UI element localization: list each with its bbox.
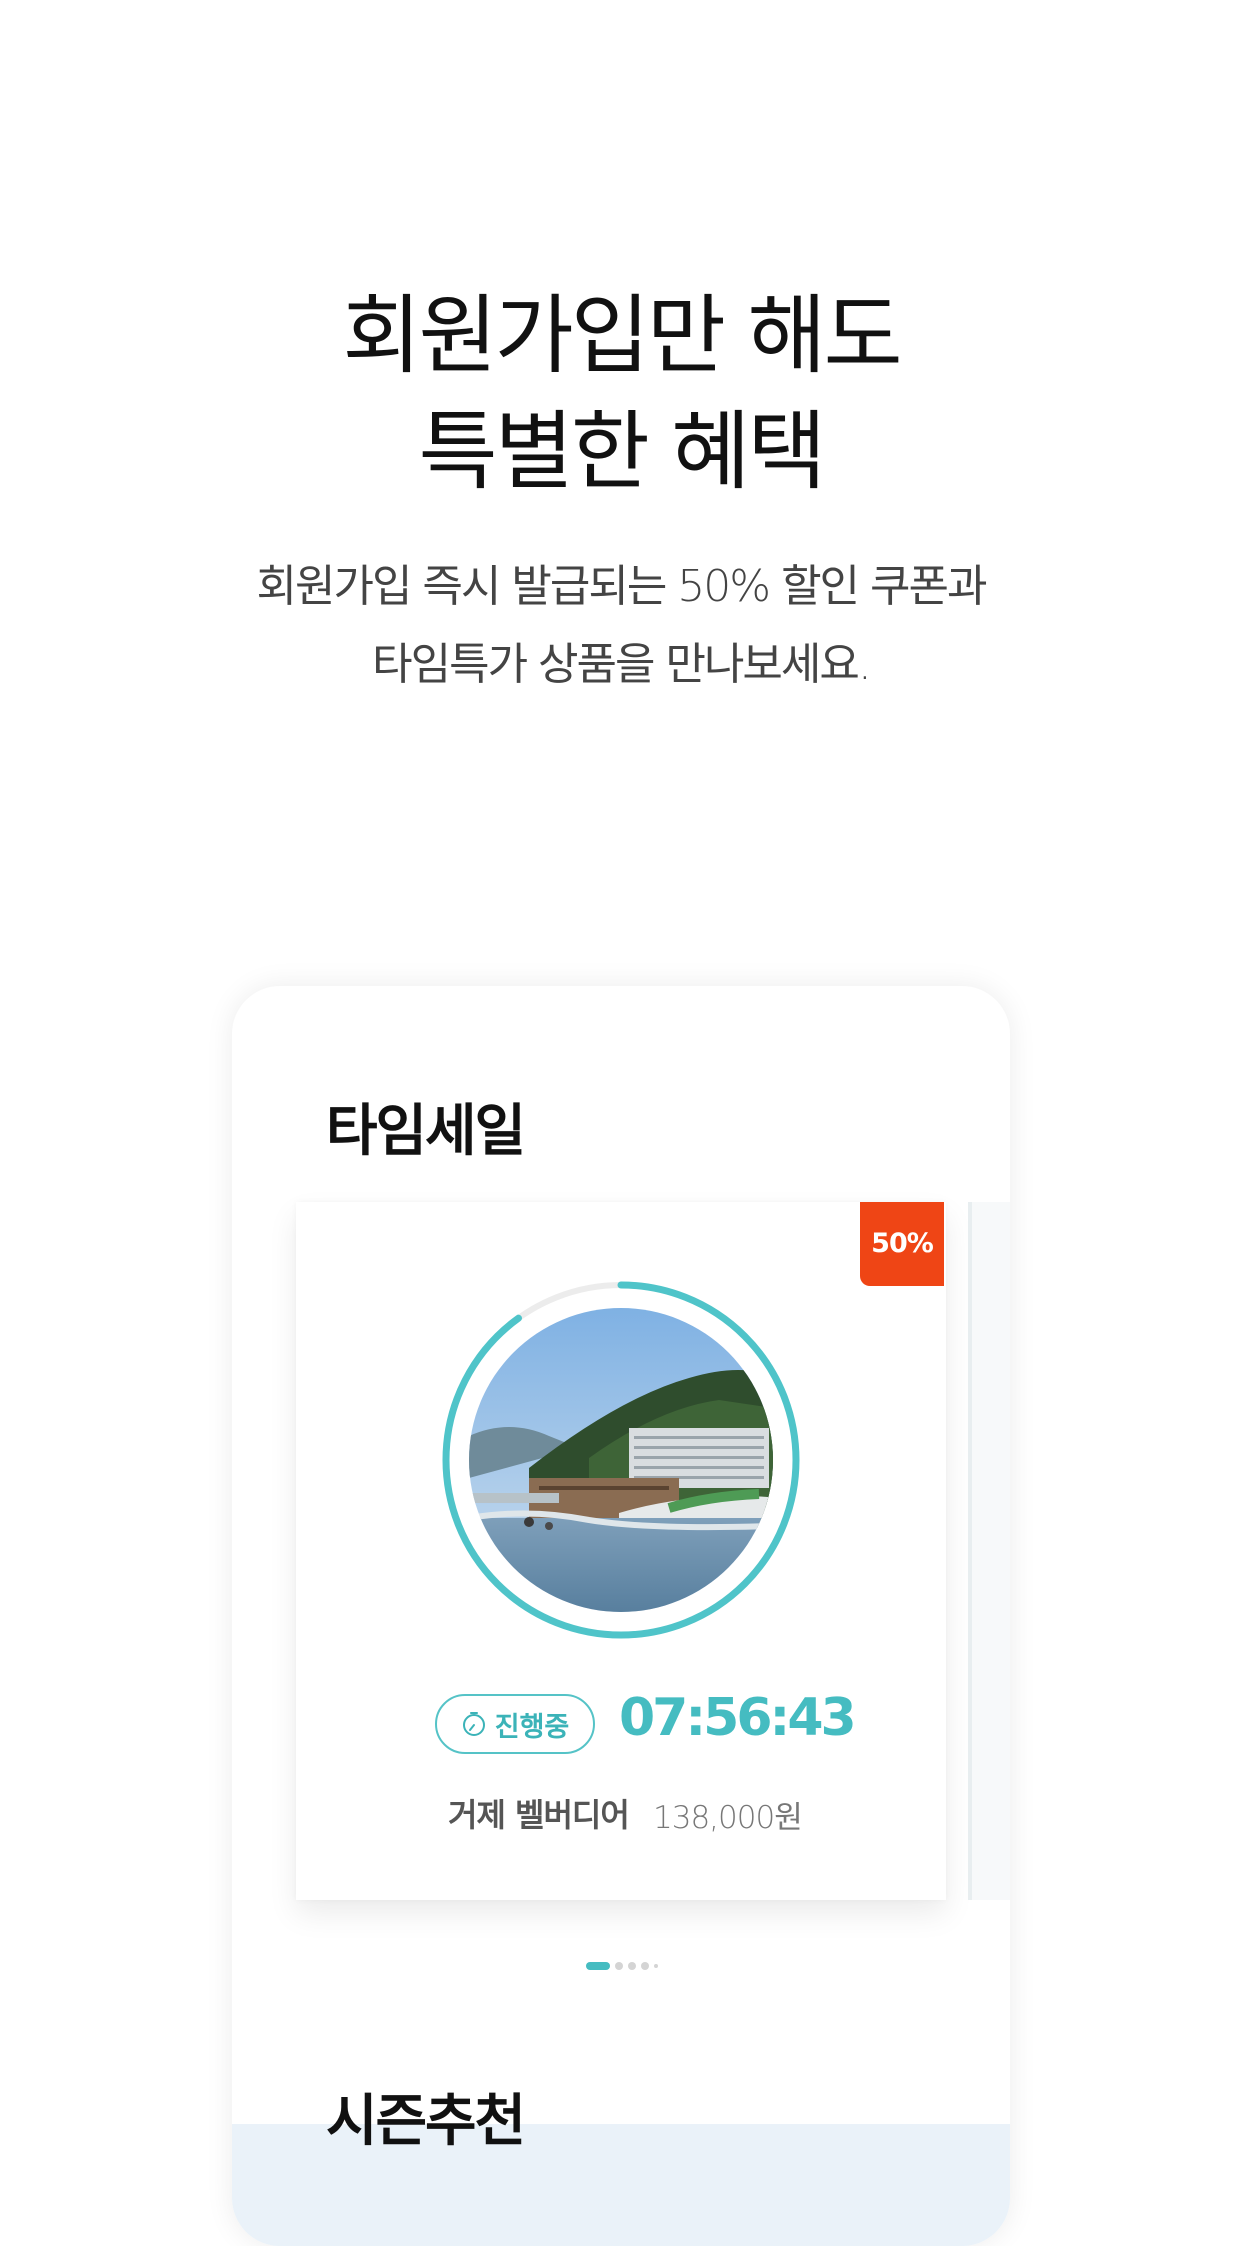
season-section-title: 시즌추천 <box>326 2089 526 2154</box>
carousel-pager <box>586 1962 658 1970</box>
hero-title: 회원가입만 해도 특별한 혜택 <box>0 278 1242 510</box>
status-pill: 진행중 <box>435 1694 595 1754</box>
hero-title-line-2: 특별한 혜택 <box>418 402 827 502</box>
next-product-card-peek[interactable] <box>968 1202 1010 1900</box>
hero-title-line-1: 회원가입만 해도 <box>342 286 902 386</box>
pager-dot[interactable] <box>628 1962 636 1970</box>
app-preview-card: 타임세일 50% 진행중 07:56:43 거제 벨버디어 138,000원 시… <box>232 986 1010 2246</box>
hero-subtitle-line-2: 타임특가 상품을 만나보세요. <box>372 639 872 690</box>
timesale-product-card[interactable]: 50% 진행중 07:56:43 거제 벨버디어 138,000원 <box>296 1202 946 1900</box>
stopwatch-icon <box>462 1712 485 1736</box>
pager-dot[interactable] <box>641 1962 649 1970</box>
countdown-timer: 07:56:43 <box>619 1688 857 1748</box>
discount-badge: 50% <box>860 1202 944 1286</box>
status-label: 진행중 <box>494 1711 570 1743</box>
product-price: 138,000원 <box>653 1800 803 1836</box>
pager-dot <box>654 1964 658 1968</box>
resort-photo-icon <box>469 1308 773 1612</box>
hero-subtitle-line-1: 회원가입 즉시 발급되는 50% 할인 쿠폰과 <box>256 561 988 612</box>
timesale-section-title: 타임세일 <box>326 1099 526 1164</box>
pager-dot[interactable] <box>615 1962 623 1970</box>
hero-subtitle: 회원가입 즉시 발급되는 50% 할인 쿠폰과 타임특가 상품을 만나보세요. <box>0 548 1242 704</box>
pager-dot[interactable] <box>586 1962 610 1970</box>
product-name: 거제 벨버디어 <box>448 1796 630 1834</box>
